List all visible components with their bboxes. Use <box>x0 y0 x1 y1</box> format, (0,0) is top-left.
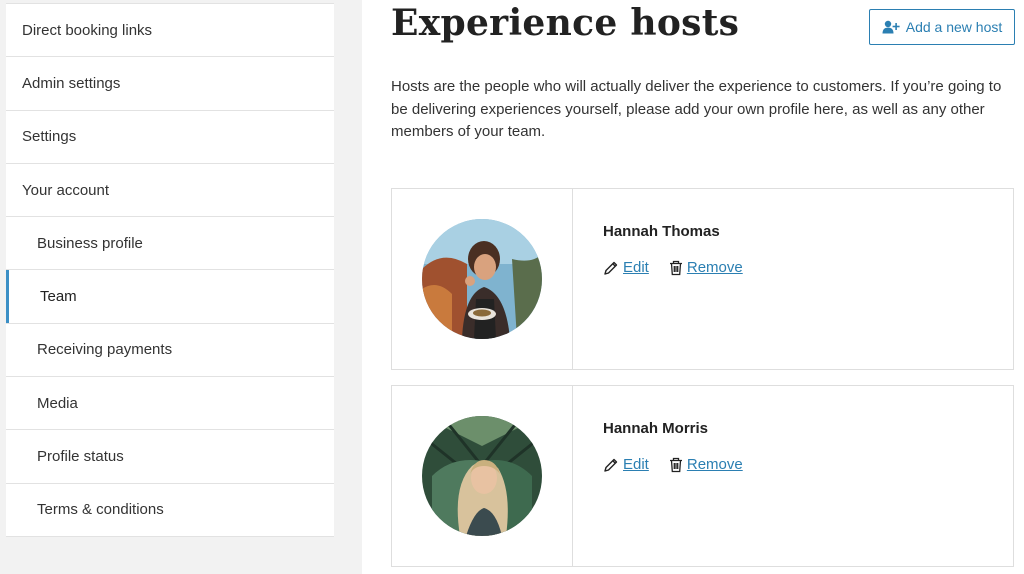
sidebar-item-label: Team <box>40 288 77 306</box>
pencil-icon <box>603 260 619 276</box>
sidebar-item-direct-booking-links[interactable]: Direct booking links <box>6 4 334 58</box>
intro-text: Hosts are the people who will actually d… <box>391 78 1002 140</box>
sidebar-item-media[interactable]: Media <box>6 377 334 431</box>
sidebar-item-your-account[interactable]: Your account <box>6 164 334 218</box>
trash-icon <box>669 260 683 276</box>
edit-label: Edit <box>623 456 649 473</box>
pencil-icon <box>603 457 619 473</box>
host-card: Hannah Morris Edit Remove <box>391 385 1014 567</box>
add-host-button-label: Add a new host <box>905 19 1003 35</box>
add-host-button[interactable]: Add a new host <box>869 9 1015 45</box>
sidebar-item-label: Direct booking links <box>22 21 153 39</box>
host-photo-panel <box>392 189 573 369</box>
sidebar-item-terms-conditions[interactable]: Terms & conditions <box>6 484 334 537</box>
sidebar-nav: Direct booking links Admin settings Sett… <box>6 3 334 537</box>
sidebar-item-receiving-payments[interactable]: Receiving payments <box>6 324 334 378</box>
sidebar-item-settings[interactable]: Settings <box>6 111 334 164</box>
sidebar-item-label: Terms & conditions <box>37 501 164 519</box>
remove-host-button[interactable]: Remove <box>669 259 743 276</box>
sidebar-item-label: Settings <box>22 128 77 146</box>
sidebar-item-label: Media <box>37 394 78 412</box>
host-photo-panel <box>392 386 573 566</box>
sidebar-item-profile-status[interactable]: Profile status <box>6 430 334 484</box>
host-card: Hannah Thomas Edit Remove <box>391 188 1014 370</box>
avatar <box>422 416 542 536</box>
sidebar-item-label: Business profile <box>37 234 143 252</box>
avatar <box>422 219 542 339</box>
host-name: Hannah Thomas <box>603 223 720 240</box>
edit-host-button[interactable]: Edit <box>603 456 649 473</box>
sidebar-item-business-profile[interactable]: Business profile <box>6 217 334 271</box>
remove-label: Remove <box>686 456 743 473</box>
sidebar-item-admin-settings[interactable]: Admin settings <box>6 57 334 111</box>
sidebar-item-label: Admin settings <box>22 74 121 92</box>
page-title: Experience hosts <box>391 2 740 44</box>
host-actions: Edit Remove <box>603 456 743 473</box>
edit-host-button[interactable]: Edit <box>603 259 649 276</box>
remove-host-button[interactable]: Remove <box>669 456 743 473</box>
host-actions: Edit Remove <box>603 259 743 276</box>
edit-label: Edit <box>623 259 649 276</box>
sidebar-item-label: Profile status <box>37 448 124 466</box>
remove-label: Remove <box>686 259 743 276</box>
sidebar-item-label: Receiving payments <box>37 341 173 359</box>
sidebar-item-team[interactable]: Team <box>6 270 334 324</box>
host-name: Hannah Morris <box>603 420 709 437</box>
sidebar-item-label: Your account <box>22 181 110 199</box>
trash-icon <box>669 457 683 473</box>
add-user-icon <box>882 20 900 34</box>
